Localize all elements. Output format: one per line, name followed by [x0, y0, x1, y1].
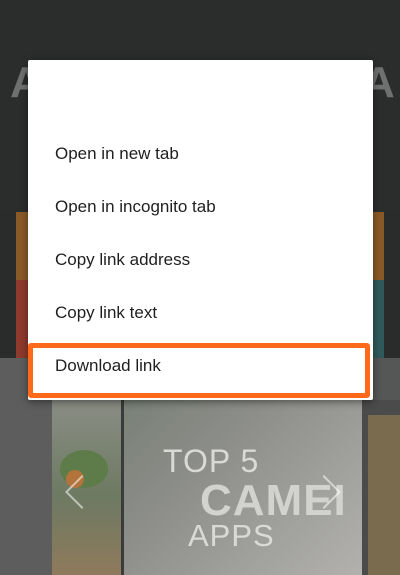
link-context-menu: Open in new tab Open in incognito tab Co…	[28, 60, 373, 400]
menu-item-copy-link-address[interactable]: Copy link address	[28, 234, 373, 286]
menu-item-open-incognito-tab[interactable]: Open in incognito tab	[28, 181, 373, 233]
menu-item-download-link[interactable]: Download link	[28, 340, 373, 392]
promo-text-line1: TOP 5	[163, 443, 260, 479]
next-image-peek	[368, 415, 400, 575]
menu-item-copy-link-text[interactable]: Copy link text	[28, 287, 373, 339]
promo-text-line3: APPS	[188, 518, 275, 553]
menu-item-open-new-tab[interactable]: Open in new tab	[28, 128, 373, 180]
image-divider	[121, 400, 124, 575]
